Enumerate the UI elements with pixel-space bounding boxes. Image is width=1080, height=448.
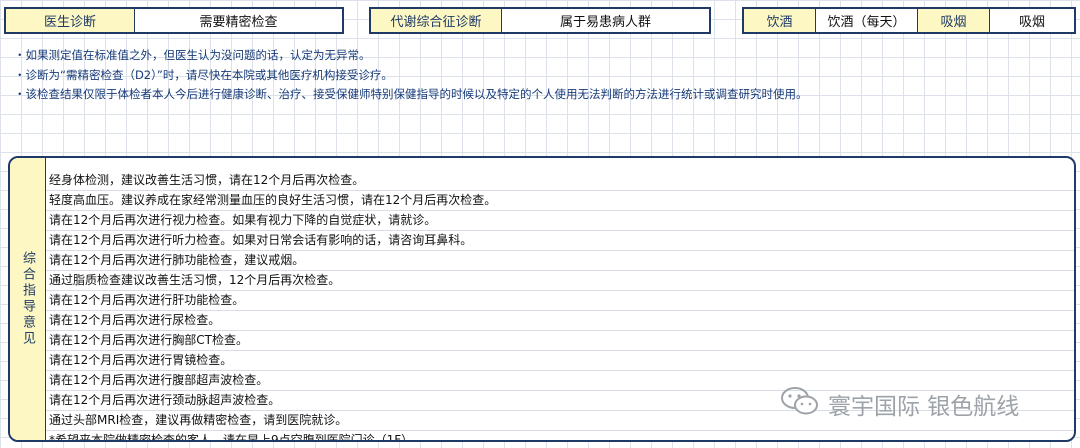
- wechat-icon: [780, 386, 820, 422]
- metabolic-value: 属于易患病人群: [502, 9, 709, 32]
- advice-item: 请在12个月后再次进行胃镜检查。: [46, 351, 1074, 371]
- watermark-text: 寰宇国际 银色航线: [828, 394, 1020, 420]
- advice-label-cell: 综合指导意见: [10, 158, 46, 440]
- drinking-value: 饮酒（每天）: [816, 9, 917, 32]
- note-line: ・该检查结果仅限于体检者本人今后进行健康诊断、治疗、接受保健师特别保健指导的时候…: [14, 87, 808, 101]
- diagnosis-box: 医生诊断 需要精密检查: [4, 7, 344, 34]
- diagnosis-label: 医生诊断: [6, 9, 135, 32]
- note-line: ・如果测定值在标准值之外，但医生认为没问题的话，认定为无异常。: [14, 48, 371, 62]
- watermark: 寰宇国际 银色航线: [780, 386, 1019, 422]
- metabolic-label: 代谢综合征诊断: [371, 9, 502, 32]
- smoking-value: 吸烟: [990, 9, 1074, 32]
- notes-section: ・如果测定值在标准值之外，但医生认为没问题的话，认定为无异常。 ・诊断为“需精密…: [14, 46, 808, 105]
- note-line: ・诊断为“需精密检查（D2）”时，请尽快在本院或其他医疗机构接受诊疗。: [14, 67, 393, 82]
- advice-item: 通过脂质检查建议改善生活习惯，12个月后再次检查。: [46, 271, 1074, 291]
- lifestyle-box: 饮酒 饮酒（每天） 吸烟 吸烟: [742, 7, 1076, 34]
- advice-label: 综合指导意见: [20, 251, 35, 347]
- metabolic-box: 代谢综合征诊断 属于易患病人群: [369, 7, 711, 34]
- advice-item: 请在12个月后再次进行胸部CT检查。: [46, 331, 1074, 351]
- smoking-label: 吸烟: [917, 9, 990, 32]
- advice-item: *希望来本院做精密检查的客人，请在早上9点空腹到医院门诊（1F）。: [46, 431, 1074, 440]
- advice-item: 请在12个月后再次进行尿检查。: [46, 311, 1074, 331]
- advice-item: 请在12个月后再次进行肺功能检查，建议戒烟。: [46, 251, 1074, 271]
- advice-item: 轻度高血压。建议养成在家经常测量血压的良好生活习惯，请在12个月后再次检查。: [46, 191, 1074, 211]
- advice-item: 请在12个月后再次进行肝功能检查。: [46, 291, 1074, 311]
- advice-item: 请在12个月后再次进行听力检查。如果对日常会话有影响的话，请咨询耳鼻科。: [46, 231, 1074, 251]
- diagnosis-value: 需要精密检查: [135, 9, 342, 32]
- advice-item: 经身体检测，建议改善生活习惯，请在12个月后再次检查。: [46, 171, 1074, 191]
- advice-item: 请在12个月后再次进行视力检查。如果有视力下降的自觉症状，请就诊。: [46, 211, 1074, 231]
- drinking-label: 饮酒: [744, 9, 816, 32]
